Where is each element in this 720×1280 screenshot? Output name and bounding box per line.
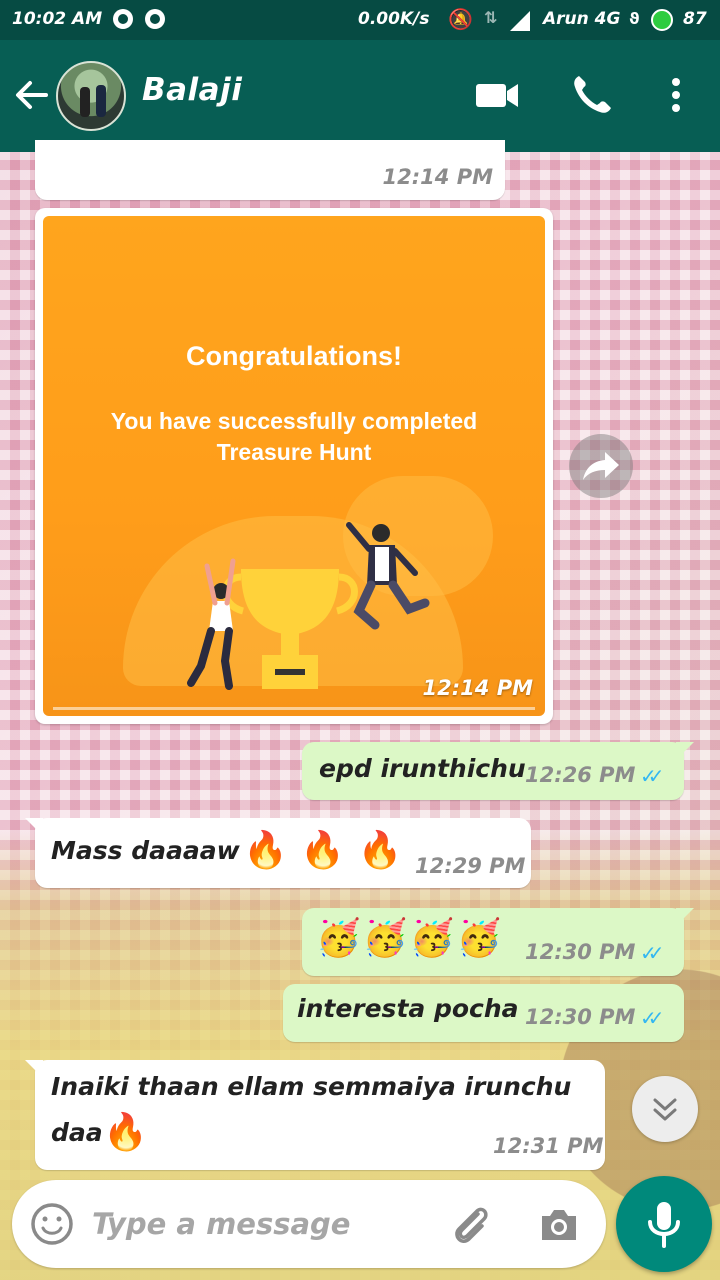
signal-icon bbox=[510, 11, 530, 31]
message-bubble-outgoing[interactable]: 🥳🥳🥳🥳 12:30 PM ✓✓ bbox=[302, 908, 694, 976]
emoji-icon[interactable] bbox=[28, 1200, 76, 1248]
back-arrow-icon[interactable] bbox=[12, 70, 52, 120]
scroll-to-bottom-icon[interactable] bbox=[632, 1076, 698, 1142]
bubble-tail bbox=[25, 1060, 43, 1078]
party-emoji: 🥳🥳🥳🥳 bbox=[316, 918, 504, 959]
message-bubble-outgoing[interactable]: interesta pocha 12:30 PM ✓✓ bbox=[283, 984, 684, 1042]
carrier-label: Arun 4G bbox=[543, 9, 621, 29]
mic-icon[interactable] bbox=[616, 1176, 712, 1272]
message-time: 12:26 PM bbox=[525, 763, 636, 787]
image-message[interactable]: Congratulations! You have successfully c… bbox=[35, 208, 553, 724]
message-time: 12:29 PM bbox=[415, 854, 526, 878]
image-subtitle: You have successfully completed Treasure… bbox=[110, 408, 478, 465]
camera-icon[interactable] bbox=[534, 1200, 584, 1250]
message-text-line2: daa bbox=[51, 1118, 103, 1147]
message-composer bbox=[12, 1180, 606, 1268]
shared-image[interactable]: Congratulations! You have successfully c… bbox=[43, 216, 545, 716]
message-time: 12:14 PM bbox=[382, 165, 493, 189]
more-vert-icon[interactable] bbox=[651, 70, 701, 120]
battery-level: 87 bbox=[683, 9, 707, 29]
message-time: 12:14 PM bbox=[422, 676, 533, 700]
data-arrows-icon: ⇅ bbox=[484, 8, 498, 27]
read-receipt-icon: ✓✓ bbox=[640, 764, 664, 788]
bubble-tail bbox=[25, 818, 43, 836]
video-call-icon[interactable] bbox=[472, 70, 522, 120]
bubble-tail bbox=[676, 908, 694, 926]
status-dot-icon bbox=[651, 9, 673, 31]
image-title: Congratulations! bbox=[186, 341, 402, 371]
message-bubble-outgoing[interactable]: epd irunthichu 12:26 PM ✓✓ bbox=[302, 742, 694, 800]
message-text: epd irunthichu bbox=[319, 754, 526, 783]
message-time: 12:31 PM bbox=[493, 1134, 604, 1158]
chat-header: Balaji bbox=[0, 40, 720, 152]
forward-icon[interactable] bbox=[569, 434, 633, 498]
message-bubble-incoming[interactable]: Inaiki thaan ellam semmaiya irunchu daa … bbox=[25, 1060, 605, 1170]
message-time: 12:30 PM bbox=[525, 940, 636, 964]
status-time: 10:02 AM bbox=[12, 9, 103, 29]
attach-icon[interactable] bbox=[446, 1200, 496, 1250]
bubble-tail bbox=[676, 742, 694, 760]
message-bubble-incoming[interactable]: 12:14 PM bbox=[35, 140, 505, 200]
trophy-icon bbox=[187, 522, 430, 690]
message-input[interactable] bbox=[92, 1198, 432, 1250]
message-text: Mass daaaaw bbox=[51, 836, 240, 865]
message-time: 12:30 PM bbox=[525, 1005, 636, 1029]
read-receipt-icon: ✓✓ bbox=[640, 941, 664, 965]
phone-icon[interactable] bbox=[567, 70, 617, 120]
mute-icon: 🔕 bbox=[448, 7, 473, 31]
message-text: interesta pocha bbox=[297, 994, 519, 1023]
read-receipt-icon: ✓✓ bbox=[640, 1006, 664, 1030]
whatsapp-icon bbox=[113, 9, 133, 29]
image-progress-line bbox=[53, 707, 535, 710]
whatsapp-icon bbox=[145, 9, 165, 29]
message-bubble-incoming[interactable]: Mass daaaaw 🔥 🔥 🔥 12:29 PM bbox=[25, 818, 531, 888]
message-text: Inaiki thaan ellam semmaiya irunchu bbox=[51, 1072, 572, 1101]
network-speed: 0.00K/s bbox=[358, 9, 430, 29]
fire-emoji: 🔥 🔥 🔥 bbox=[243, 830, 403, 871]
contact-name[interactable]: Balaji bbox=[142, 72, 242, 108]
avatar[interactable] bbox=[56, 61, 126, 131]
charging-icon: ϑ bbox=[629, 9, 640, 28]
status-bar: 10:02 AM 0.00K/s 🔕 ⇅ Arun 4G ϑ 87 bbox=[0, 0, 720, 40]
fire-emoji: 🔥 bbox=[103, 1112, 148, 1153]
